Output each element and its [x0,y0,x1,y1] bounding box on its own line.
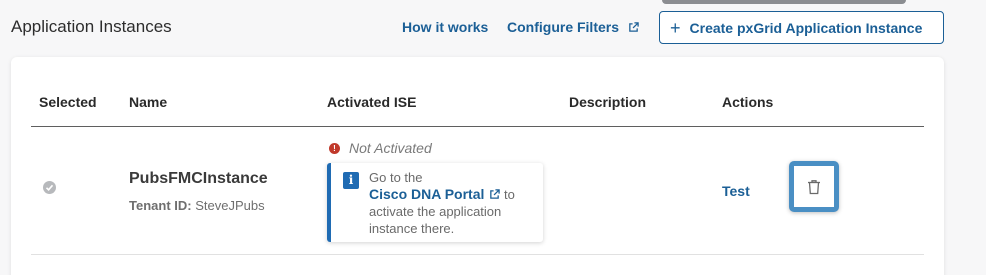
header-divider [31,126,924,127]
page-title: Application Instances [11,17,172,36]
external-link-icon [629,22,639,32]
top-edge-shadow [662,0,906,4]
tenant-id-value: SteveJPubs [195,198,265,213]
how-it-works-link[interactable]: How it works [402,19,488,35]
row-divider [31,254,924,255]
trash-icon [808,179,820,194]
info-message: Go to the Cisco DNA Portal to activate t… [369,169,541,237]
column-header-actions: Actions [722,94,774,110]
cisco-dna-portal-label: Cisco DNA Portal [369,186,485,202]
test-action-link[interactable]: Test [722,183,750,199]
delete-button[interactable] [789,161,839,212]
column-header-name: Name [129,94,168,110]
error-icon: ! [329,143,340,154]
info-icon: i [343,172,359,189]
configure-filters-label: Configure Filters [507,19,620,35]
configure-filters-link[interactable]: Configure Filters [507,19,639,35]
tenant-id: Tenant ID: SteveJPubs [129,198,265,213]
check-circle-icon[interactable] [43,181,56,194]
column-header-description: Description [569,94,647,110]
create-pxgrid-instance-button[interactable]: + Create pxGrid Application Instance [659,11,944,44]
external-link-icon [490,189,501,199]
column-header-selected: Selected [39,94,97,110]
create-button-label: Create pxGrid Application Instance [689,19,923,36]
column-header-activated-ise: Activated ISE [327,94,417,110]
instance-name: PubsFMCInstance [129,170,268,187]
activation-info-box: i Go to the Cisco DNA Portal to activate… [327,163,543,242]
info-prefix: Go to the [369,170,423,185]
cisco-dna-portal-link[interactable]: Cisco DNA Portal [369,186,501,202]
activation-status: Not Activated [349,140,432,156]
tenant-id-label: Tenant ID: [129,198,192,213]
plus-icon: + [670,17,681,38]
